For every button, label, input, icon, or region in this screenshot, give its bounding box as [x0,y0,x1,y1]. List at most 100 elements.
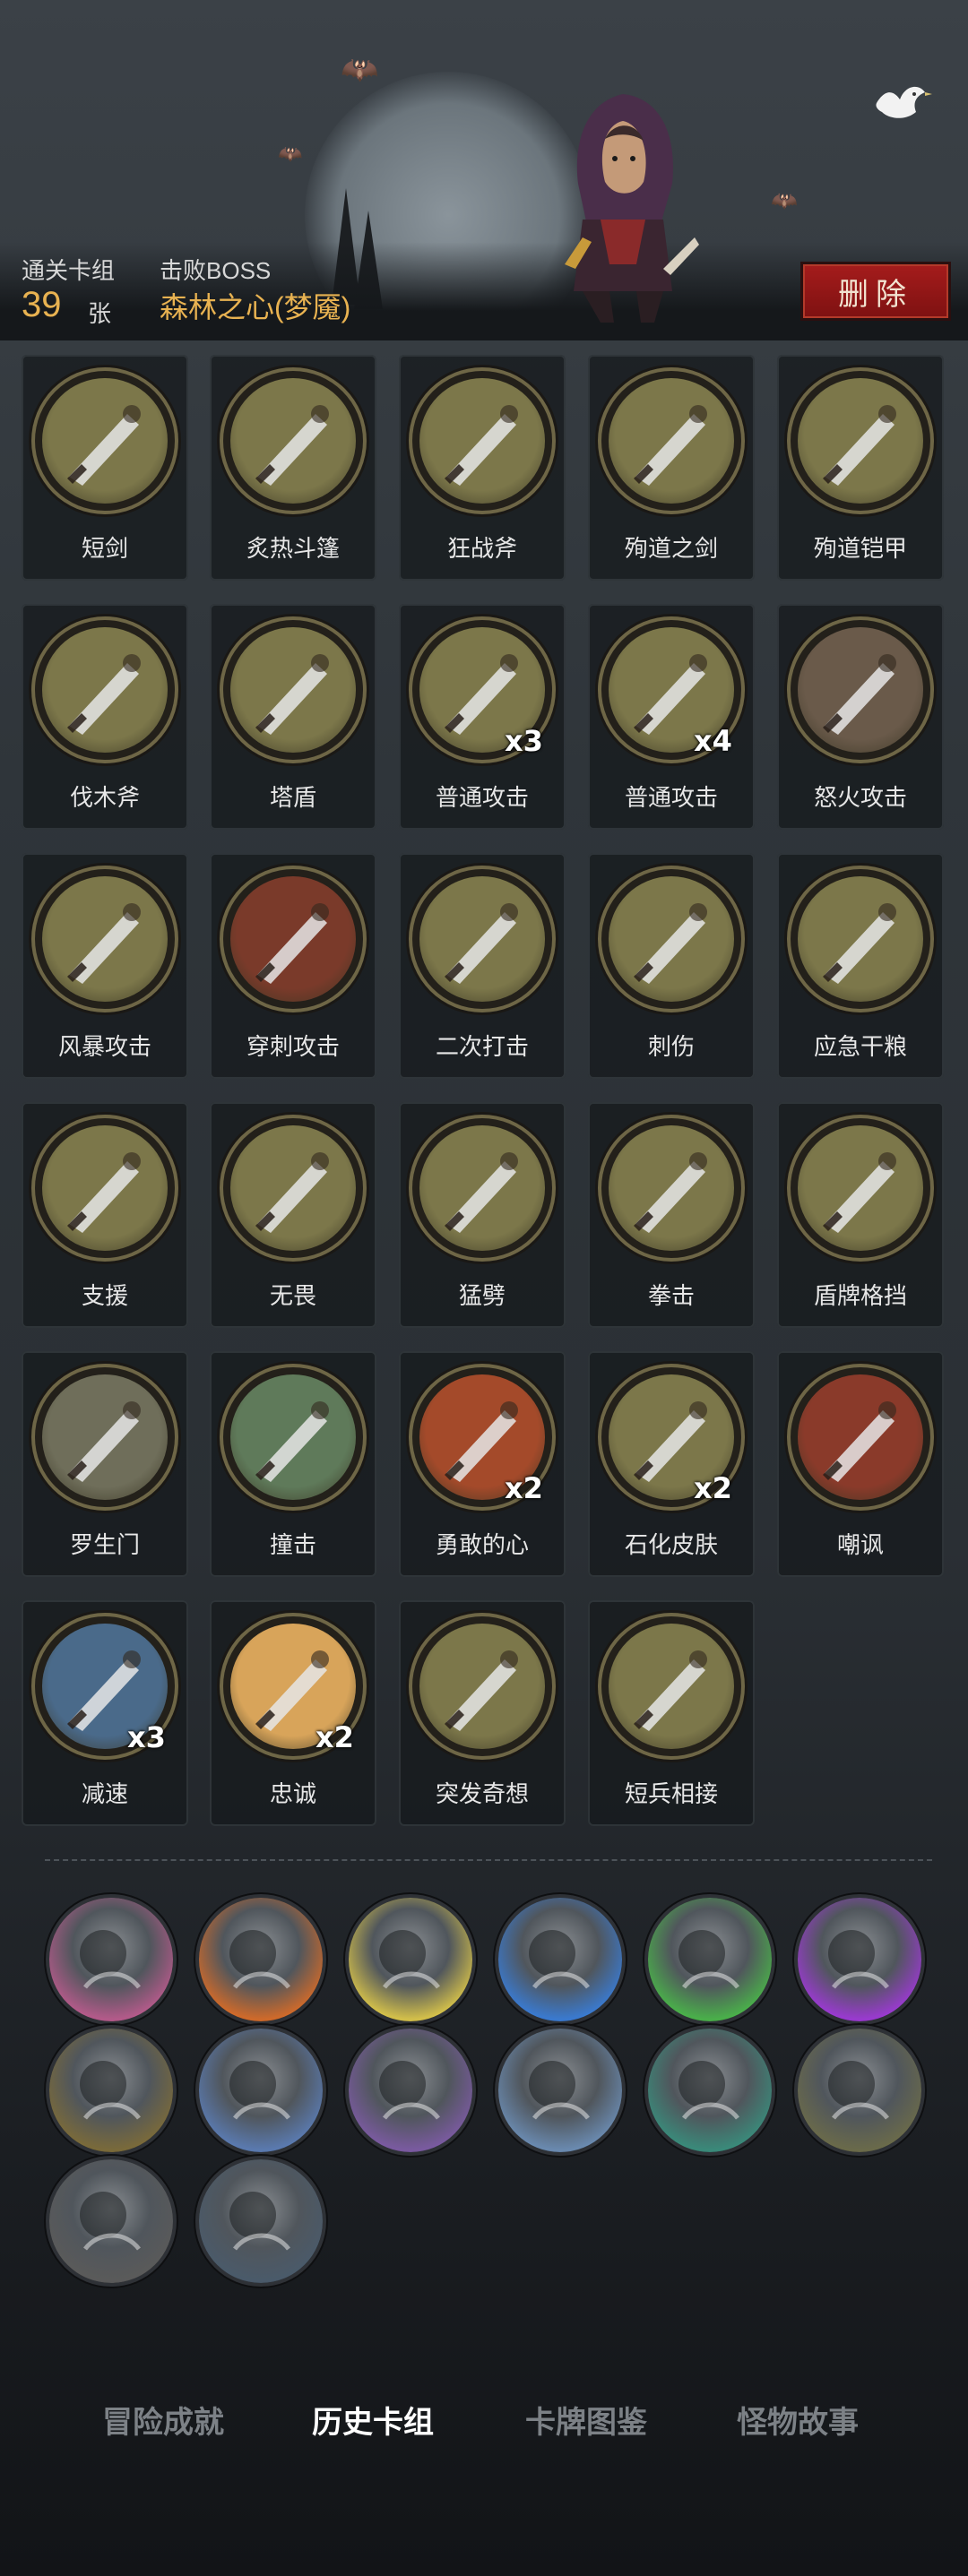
card-item[interactable]: 拳击 [588,1102,755,1328]
card-item[interactable]: 二次打击 [399,853,566,1079]
card-frame [223,1367,363,1507]
card-frame [35,869,175,1009]
card-name: 二次打击 [435,1034,529,1061]
card-frame [35,1367,175,1507]
support-icon [42,1125,168,1251]
tab-card-codex[interactable]: 卡牌图鉴 [525,2398,647,2442]
ration-icon [798,876,923,1002]
pierce-attack-icon [230,876,356,1002]
relic-pink-beast-icon[interactable] [49,1898,173,2021]
card-item[interactable]: 突发奇想 [399,1600,566,1826]
card-name: 普通攻击 [624,785,718,812]
relic-clock-icon[interactable] [498,2029,622,2152]
card-frame [601,1616,741,1756]
card-item[interactable]: 伐木斧 [22,604,188,830]
card-name: 炙热斗篷 [246,536,340,563]
card-item[interactable]: 嘲讽 [777,1351,944,1577]
tab-achievements[interactable]: 冒险成就 [102,2398,224,2442]
card-item[interactable]: 支援 [22,1102,188,1328]
close-combat-icon [609,1624,734,1749]
tower-shield-icon [230,627,356,753]
card-name: 短剑 [81,536,128,563]
card-frame [791,371,930,511]
card-frame [35,1118,175,1258]
card-item[interactable]: 怒火攻击 [777,604,944,830]
card-item[interactable]: 塔盾 [210,604,376,830]
card-item[interactable]: 风暴攻击 [22,853,188,1079]
hooded-girl-illustration [565,94,699,323]
rashomon-icon [42,1374,168,1500]
header-banner: 🦇 🦇 🦇 通关卡组 39 张 击败BOSS 森林之心(梦魇) 删除 [0,0,968,340]
relic-blue-clock-icon[interactable] [199,2029,323,2152]
card-name: 短兵相接 [624,1781,718,1808]
card-name: 普通攻击 [435,785,529,812]
relic-warrior-icon[interactable] [49,2029,173,2152]
card-item[interactable]: x4 普通攻击 [588,604,755,830]
relic-blue-beast-icon[interactable] [498,1898,622,2021]
card-name: 撞击 [269,1532,316,1559]
tab-history-deck[interactable]: 历史卡组 [312,2398,434,2442]
card-item[interactable]: x2 忠诚 [210,1600,376,1826]
card-multiplier: x2 [505,1471,543,1505]
card-item[interactable]: 穿刺攻击 [210,853,376,1079]
relic-skeleton-icon[interactable] [798,2029,921,2152]
card-name: 嘲讽 [836,1532,884,1559]
card-name: 狂战斧 [446,536,517,563]
card-frame [412,1118,552,1258]
card-item[interactable]: x2 勇敢的心 [399,1351,566,1577]
relic-purple-beast-icon[interactable] [798,1898,921,2021]
card-item[interactable]: 无畏 [210,1102,376,1328]
tab-monster-story[interactable]: 怪物故事 [737,2398,859,2442]
card-name: 忠诚 [269,1781,316,1808]
punch-icon [609,1125,734,1251]
card-item[interactable]: x3 普通攻击 [399,604,566,830]
card-item[interactable]: 短剑 [22,355,188,581]
card-multiplier: x2 [315,1720,354,1754]
card-name: 伐木斧 [69,785,140,812]
relic-blade-icon[interactable] [49,2159,173,2283]
card-item[interactable]: 猛劈 [399,1102,566,1328]
relic-teal-door-icon[interactable] [648,2029,772,2152]
card-frame [791,1118,930,1258]
card-item[interactable]: 刺伤 [588,853,755,1079]
card-item[interactable]: 罗生门 [22,1351,188,1577]
card-item[interactable]: x3 减速 [22,1600,188,1826]
relic-shovel-icon[interactable] [199,2159,323,2283]
dove-icon[interactable] [869,76,932,130]
card-name: 猛劈 [458,1283,506,1310]
card-frame [412,869,552,1009]
card-name: 应急干粮 [813,1034,907,1061]
axe-icon [419,378,545,504]
card-name: 殉道铠甲 [813,536,907,563]
card-unit: 张 [88,300,112,327]
card-frame [791,1367,930,1507]
card-item[interactable]: 应急干粮 [777,853,944,1079]
card-item[interactable]: 撞击 [210,1351,376,1577]
relic-yellow-beast-icon[interactable] [349,1898,472,2021]
bat-icon: 🦇 [278,143,303,166]
section-divider [45,1859,932,1861]
cleared-deck-label: 通关卡组 [22,257,116,284]
card-frame [223,620,363,760]
card-name: 减速 [81,1781,128,1808]
relic-green-beast-icon[interactable] [648,1898,772,2021]
relic-orange-beast-icon[interactable] [199,1898,323,2021]
card-item[interactable]: 殉道铠甲 [777,355,944,581]
card-item[interactable]: 殉道之剑 [588,355,755,581]
card-item[interactable]: 短兵相接 [588,1600,755,1826]
relic-purple-ghost-icon[interactable] [349,2029,472,2152]
card-name: 风暴攻击 [57,1034,151,1061]
card-item[interactable]: x2 石化皮肤 [588,1351,755,1577]
card-multiplier: x3 [505,724,543,758]
card-item[interactable]: 炙热斗篷 [210,355,376,581]
card-item[interactable]: 狂战斧 [399,355,566,581]
martyr-sword-icon [609,378,734,504]
stab-icon [609,876,734,1002]
card-frame [601,869,741,1009]
card-item[interactable]: 盾牌格挡 [777,1102,944,1328]
delete-button[interactable]: 删除 [800,262,951,321]
card-frame [601,371,741,511]
hatchet-icon [42,627,168,753]
cleave-icon [419,1125,545,1251]
storm-attack-icon [42,876,168,1002]
